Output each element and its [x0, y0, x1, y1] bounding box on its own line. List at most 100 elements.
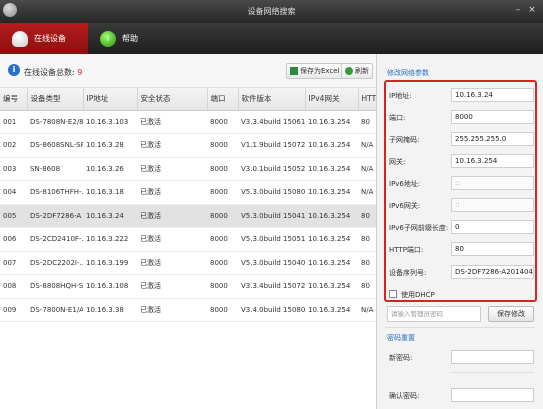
- table-cell: 已激活: [137, 298, 207, 322]
- table-cell: DS-2CD2410F-...: [27, 227, 83, 252]
- table-cell: DS-2DC2202I-...: [27, 251, 83, 275]
- column-header[interactable]: 设备类型: [27, 88, 84, 111]
- table-cell: V3.3.4build 150721: [238, 274, 305, 299]
- table-cell: 007: [0, 251, 27, 275]
- table-cell: 8000: [207, 298, 238, 322]
- dhcp-label: 使用DHCP: [401, 291, 435, 299]
- table-cell: 10.16.3.222: [83, 227, 137, 252]
- divider: [385, 327, 535, 328]
- table-cell: 004: [0, 180, 27, 205]
- tab-online-devices[interactable]: 在线设备: [0, 23, 88, 54]
- table-cell: 已激活: [137, 180, 207, 205]
- refresh-icon: [345, 67, 353, 75]
- column-header[interactable]: 软件版本: [238, 88, 306, 111]
- ipv6-gateway-label: IPv6网关:: [389, 202, 421, 210]
- ipv6-prefix-field[interactable]: 0: [451, 220, 534, 234]
- table-cell: 10.16.3.26: [83, 157, 137, 181]
- table-cell: 80: [358, 204, 376, 228]
- ipv6-prefix-label: IPv6子网前缀长度:: [389, 224, 449, 232]
- table-cell: 已激活: [137, 227, 207, 252]
- column-header[interactable]: 编号: [0, 88, 28, 111]
- table-cell: DS-7808N-E2/8P: [27, 110, 83, 134]
- password-reset-title: 密码重置: [387, 334, 415, 342]
- table-cell: DS-7800N-E1/A: [27, 298, 83, 322]
- table-row[interactable]: 003 SN-8608 10.16.3.26 已激活 8000 V3.0.1build 1…: [0, 157, 376, 181]
- table-cell: 80: [358, 227, 376, 252]
- modify-params-title: 修改网络参数: [387, 69, 429, 77]
- tab-help[interactable]: i 帮助: [96, 23, 138, 54]
- ipv6-field[interactable]: ::: [451, 176, 534, 190]
- device-summary-bar: i 在线设备总数: 9 保存为Excel 刷新: [0, 54, 376, 88]
- table-cell: 10.16.3.254: [305, 227, 358, 252]
- http-port-field[interactable]: 80: [451, 242, 534, 256]
- table-cell: 003: [0, 157, 27, 181]
- table-cell: 10.16.3.18: [83, 180, 137, 205]
- column-header[interactable]: 安全状态: [137, 88, 208, 111]
- divider: [451, 372, 534, 373]
- table-row[interactable]: 005 DS-2DF7286-A 10.16.3.24 已激活 8000 V5.3.0bu…: [0, 204, 376, 228]
- table-cell: 10.16.3.108: [83, 274, 137, 299]
- table-cell: V5.3.0build 150513: [238, 227, 305, 252]
- serial-label: 设备序列号:: [389, 269, 427, 277]
- table-cell: DS-8106THFH-...: [27, 180, 83, 205]
- table-cell: 10.16.3.38: [83, 298, 137, 322]
- excel-icon: [290, 67, 298, 75]
- table-cell: 已激活: [137, 274, 207, 299]
- table-cell: V5.3.0build 150403: [238, 251, 305, 275]
- minimize-button[interactable]: –: [513, 5, 523, 15]
- refresh-button[interactable]: 刷新: [341, 63, 373, 79]
- user-icon: [12, 30, 28, 47]
- table-cell: N/A: [358, 298, 376, 322]
- port-field[interactable]: 8000: [451, 110, 534, 124]
- table-cell: 8000: [207, 251, 238, 275]
- table-row[interactable]: 007 DS-2DC2202I-... 10.16.3.199 已激活 8000 V5.3…: [0, 251, 376, 275]
- gateway-field[interactable]: 10.16.3.254: [451, 154, 534, 168]
- new-password-field[interactable]: [451, 350, 534, 364]
- table-cell: 10.16.3.254: [305, 180, 358, 205]
- table-cell: 10.16.3.254: [305, 110, 358, 134]
- table-cell: 10.16.3.254: [305, 204, 358, 228]
- table-cell: V3.0.1build 150522: [238, 157, 305, 181]
- table-cell: 80: [358, 110, 376, 134]
- tab-online-devices-label: 在线设备: [34, 34, 66, 43]
- confirm-password-label: 确认密码:: [389, 392, 420, 400]
- table-cell: 8000: [207, 227, 238, 252]
- table-cell: 10.16.3.24: [83, 204, 137, 228]
- table-cell: N/A: [358, 133, 376, 158]
- refresh-label: 刷新: [355, 67, 369, 75]
- table-row[interactable]: 009 DS-7800N-E1/A 10.16.3.38 已激活 8000 V3.4.0b…: [0, 298, 376, 322]
- table-row[interactable]: 006 DS-2CD2410F-... 10.16.3.222 已激活 8000 V5.3…: [0, 227, 376, 252]
- column-header[interactable]: HTT: [358, 88, 377, 111]
- subnet-mask-field[interactable]: 255.255.255.0: [451, 132, 534, 146]
- column-header[interactable]: IP地址: [83, 88, 138, 111]
- column-header[interactable]: IPv4网关: [305, 88, 359, 111]
- column-header[interactable]: 端口: [207, 88, 239, 111]
- table-cell: SN-8608: [27, 157, 83, 181]
- ipv6-gateway-field[interactable]: ::: [451, 198, 534, 212]
- device-list-panel: i 在线设备总数: 9 保存为Excel 刷新 编号 设备类型 IP地址 安全状态 端口…: [0, 54, 377, 409]
- admin-password-input[interactable]: 请输入管理员密码: [387, 306, 481, 322]
- gateway-label: 网关:: [389, 158, 406, 166]
- table-cell: 8000: [207, 110, 238, 134]
- confirm-password-field[interactable]: [451, 388, 534, 402]
- ip-field[interactable]: 10.16.3.24: [451, 88, 534, 102]
- table-row[interactable]: 001 DS-7808N-E2/8P 10.16.3.103 已激活 8000 V3.3.…: [0, 110, 376, 134]
- table-cell: 005: [0, 204, 27, 228]
- new-password-label: 新密码:: [389, 354, 413, 362]
- close-button[interactable]: ×: [527, 5, 537, 15]
- http-port-label: HTTP端口:: [389, 246, 424, 254]
- table-row[interactable]: 004 DS-8106THFH-... 10.16.3.18 已激活 8000 V5.3.…: [0, 180, 376, 205]
- table-header-row: 编号 设备类型 IP地址 安全状态 端口 软件版本 IPv4网关 HTT: [0, 88, 377, 111]
- help-icon: i: [100, 30, 116, 47]
- table-row[interactable]: 008 DS-8808HQH-SH 10.16.3.108 已激活 8000 V3.3.4…: [0, 274, 376, 299]
- table-cell: 006: [0, 227, 27, 252]
- online-count-value: 9: [77, 68, 83, 77]
- table-cell: 10.16.3.254: [305, 157, 358, 181]
- dhcp-checkbox[interactable]: [389, 290, 397, 298]
- table-cell: 10.16.3.254: [305, 133, 358, 158]
- toolbar: 在线设备 i 帮助: [0, 23, 543, 54]
- table-row[interactable]: 002 DS-8608SNL-SP 10.16.3.28 已激活 8000 V1.1.9b…: [0, 133, 376, 158]
- table-cell: 008: [0, 274, 27, 299]
- export-excel-button[interactable]: 保存为Excel: [286, 63, 344, 79]
- save-changes-button[interactable]: 保存修改: [488, 306, 534, 322]
